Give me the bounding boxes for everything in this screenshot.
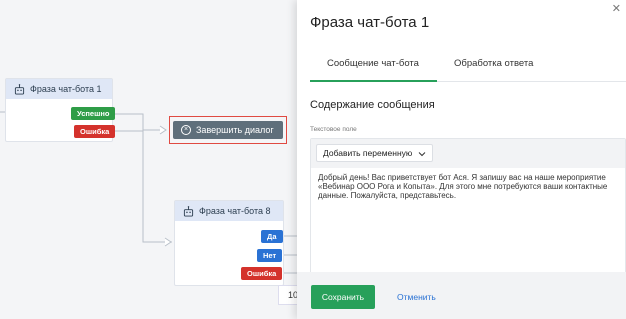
tag-yes[interactable]: Да xyxy=(261,230,283,243)
flow-node-1[interactable]: Фраза чат-бота 1 Успешно Ошибка xyxy=(5,78,116,142)
connector-success-to-node8 xyxy=(112,113,172,243)
finish-dialog-label: Завершить диалог xyxy=(196,125,274,135)
node-header: Фраза чат-бота 8 xyxy=(175,201,283,221)
finish-dialog-node[interactable]: × Завершить диалог xyxy=(173,121,283,139)
save-button[interactable]: Сохранить xyxy=(311,285,375,309)
node-title: Фраза чат-бота 8 xyxy=(199,206,271,216)
close-circle-icon: × xyxy=(181,125,191,135)
tag-error[interactable]: Ошибка xyxy=(241,267,283,280)
tab-response-processing[interactable]: Обработка ответа xyxy=(454,58,533,69)
editor-toolbar: Добавить переменную xyxy=(311,139,625,168)
flow-canvas[interactable]: Фраза чат-бота 1 Успешно Ошибка × Заверш… xyxy=(0,0,300,319)
tab-bar: Сообщение чат-бота Обработка ответа xyxy=(310,58,626,82)
panel-title: Фраза чат-бота 1 xyxy=(310,14,430,31)
side-panel: ✕ Фраза чат-бота 1 Сообщение чат-бота Об… xyxy=(297,0,626,319)
bot-icon xyxy=(14,83,25,95)
tab-bot-message[interactable]: Сообщение чат-бота xyxy=(327,58,419,69)
tag-success[interactable]: Успешно xyxy=(71,107,116,120)
active-tab-indicator xyxy=(310,80,437,82)
tag-no[interactable]: Нет xyxy=(257,249,283,262)
close-icon[interactable]: ✕ xyxy=(612,2,621,15)
add-variable-label: Добавить переменную xyxy=(323,148,413,158)
section-title: Содержание сообщения xyxy=(310,99,435,111)
node-header: Фраза чат-бота 1 xyxy=(6,79,112,99)
cancel-button[interactable]: Отменить xyxy=(397,292,436,302)
flow-node-8[interactable]: Фраза чат-бота 8 Да Нет Ошибка xyxy=(174,200,284,286)
tag-error[interactable]: Ошибка xyxy=(74,125,116,138)
field-label: Текстовое поле xyxy=(310,126,357,133)
chevron-down-icon xyxy=(418,151,426,156)
node-title: Фраза чат-бота 1 xyxy=(30,84,102,94)
bot-icon xyxy=(183,205,194,217)
arrow-marker-finish xyxy=(159,125,167,135)
add-variable-button[interactable]: Добавить переменную xyxy=(316,144,433,162)
message-editor[interactable]: Добавить переменную Добрый день! Вас при… xyxy=(310,138,626,278)
message-textarea[interactable]: Добрый день! Вас приветствует бот Ася. Я… xyxy=(318,173,618,200)
panel-footer: Сохранить Отменить xyxy=(297,272,626,319)
arrow-marker-node8 xyxy=(164,237,172,247)
connector-error-to-finish xyxy=(112,129,166,132)
